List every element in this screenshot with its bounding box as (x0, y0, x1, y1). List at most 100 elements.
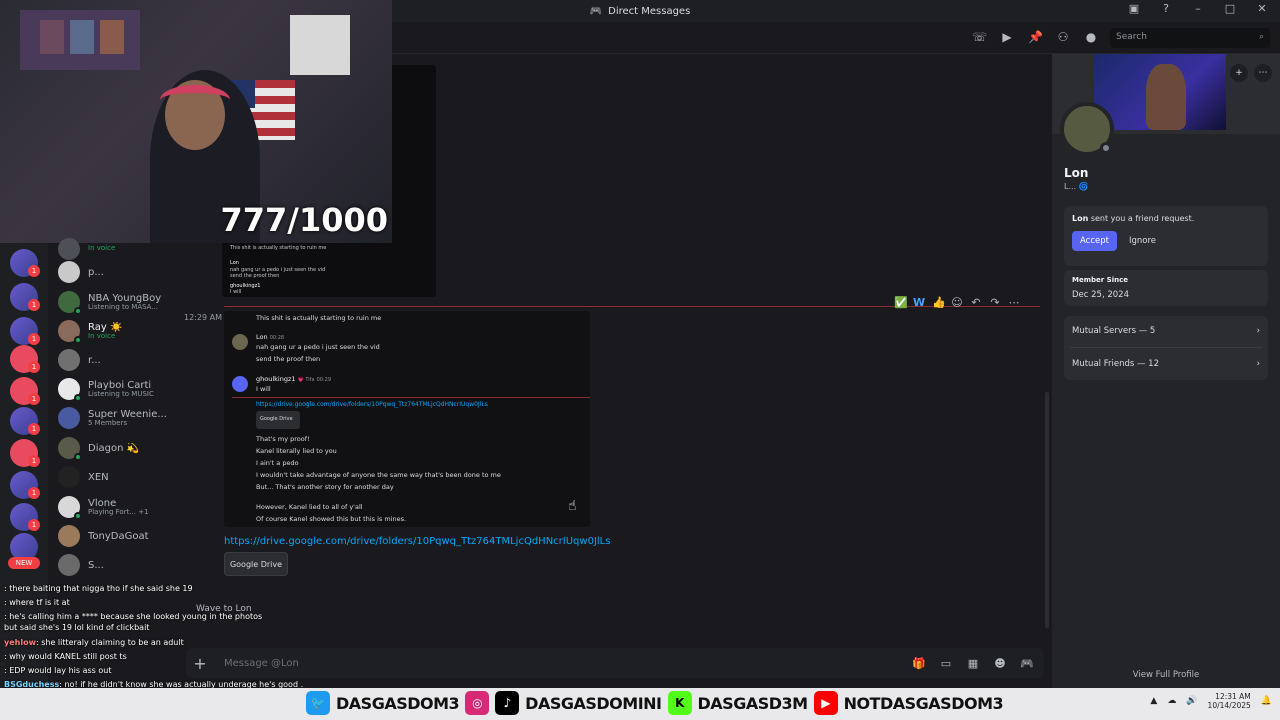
chat-text: : where tf is it at (4, 598, 70, 607)
chat-text: : he's calling him a **** because she lo… (4, 612, 263, 621)
unread-badge: 1 (28, 333, 40, 345)
dm-item[interactable]: r... (58, 344, 178, 376)
user-profile-icon[interactable]: ● (1084, 30, 1098, 44)
message-composer[interactable]: + Message @Lon 🎁 ▭ ▦ ☻ 🎮 (186, 648, 1044, 678)
shot-author-ghoul: ghoulkingz1 (256, 375, 296, 383)
shot-line: Kanel literally lied to you (256, 447, 337, 455)
dm-name: r... (88, 354, 101, 366)
dm-name: Diagon 💫 (88, 442, 140, 454)
chat-text: : there baiting that nigga tho if she sa… (4, 584, 193, 593)
instagram-icon: ◎ (465, 691, 490, 715)
request-user: Lon (1072, 214, 1089, 223)
avatar (58, 437, 82, 461)
dm-item[interactable]: NBA YoungBoy Listening to MASA... (58, 286, 178, 318)
youtube-handle: NOTDASGASDOM3 (843, 693, 1004, 713)
mutual-servers-label: Mutual Servers — 5 (1072, 326, 1156, 336)
mouse-cursor-icon: ☝ (568, 498, 577, 514)
shot-time: 00:29 (316, 377, 332, 383)
close-icon[interactable]: ✕ (1254, 2, 1270, 15)
gift-icon[interactable]: 🎁 (912, 657, 926, 670)
w-emoji-icon[interactable]: W (913, 296, 925, 309)
dm-item[interactable]: p... (58, 256, 178, 288)
volume-icon[interactable]: 🔊 (1186, 696, 1197, 706)
dm-item[interactable]: Playboi Carti Listening to MUSIC (58, 373, 178, 405)
mutuals-card: Mutual Servers — 5 › Mutual Friends — 12 › (1064, 316, 1268, 380)
shot-gdrive: Google Drive (256, 411, 300, 429)
member-since-date: Dec 25, 2024 (1072, 290, 1130, 300)
kick-icon: K (667, 691, 692, 715)
headphones-icon (160, 85, 230, 115)
new-badge: NEW (8, 557, 40, 569)
webcam-poster (40, 20, 64, 54)
clock-time: 12:31 AM (1215, 692, 1251, 701)
maximize-icon[interactable]: □ (1222, 2, 1238, 15)
apps-icon[interactable]: 🎮 (1020, 657, 1034, 670)
emoji-icon[interactable]: ☻ (993, 657, 1007, 670)
help-icon[interactable]: ? (1158, 2, 1174, 15)
avatar (58, 320, 82, 344)
mutual-friends-row[interactable]: Mutual Friends — 12 › (1064, 349, 1268, 379)
chevron-up-icon[interactable]: ▲ (1150, 696, 1157, 706)
more-icon[interactable]: ⋯ (1008, 296, 1020, 309)
friend-request-text: Lon sent you a friend request. (1072, 214, 1260, 223)
dm-item[interactable]: S... (58, 549, 178, 581)
avatar (58, 554, 80, 576)
video-call-icon[interactable]: ▶ (1000, 30, 1014, 44)
minimize-icon[interactable]: – (1190, 2, 1206, 15)
drive-link[interactable]: https://drive.google.com/drive/folders/1… (224, 536, 610, 547)
dm-name: S... (88, 559, 104, 571)
add-friend-icon[interactable]: + (1230, 64, 1248, 82)
stream-counter: 777/1000 (220, 201, 388, 239)
dm-item[interactable]: Super Weenie... 5 Members (58, 402, 178, 434)
discord-icon: 🎮 (589, 5, 603, 17)
dm-status: 5 Members (88, 418, 128, 427)
avatar (58, 466, 80, 488)
profile-status: L... 🌀 (1064, 182, 1089, 191)
dm-item[interactable]: XEN (58, 461, 178, 493)
add-friends-icon[interactable]: ⚇ (1056, 30, 1070, 44)
view-full-profile-link[interactable]: View Full Profile (1052, 670, 1280, 680)
inbox-icon[interactable]: ▣ (1126, 2, 1142, 15)
clock[interactable]: 12:31 AM 10/14/2025 (1208, 692, 1251, 710)
message-timestamp: 12:29 AM (184, 313, 222, 322)
pin-icon[interactable]: 📌 (1028, 30, 1043, 44)
reply-icon[interactable]: ↶ (970, 296, 982, 309)
dm-item[interactable]: Vlone Playing Fort... +1 (58, 491, 178, 523)
app-root: 🎮 Direct Messages ▣ ? – □ ✕ ☏ ▶ 📌 ⚇ ● Se… (0, 0, 1280, 720)
add-reaction-icon[interactable]: ☺ (951, 296, 963, 309)
accept-button[interactable]: Accept (1072, 231, 1117, 251)
check-emoji-icon[interactable]: ✅ (894, 296, 908, 309)
network-icon[interactable]: ☁ (1167, 696, 1176, 706)
ignore-button[interactable]: Ignore (1123, 231, 1162, 251)
notification-icon[interactable]: 🔔 (1261, 696, 1272, 706)
sticker-icon[interactable]: ▦ (966, 657, 980, 670)
chat-user: yehlow (4, 638, 36, 647)
dm-item[interactable]: Ray ☀️ In voice (58, 315, 178, 347)
profile-avatar[interactable] (1060, 102, 1114, 156)
dm-item[interactable]: TonyDaGoat (58, 520, 178, 552)
chat-text: but said she's 19 lol kind of clickbait (4, 623, 150, 632)
shot-line: send the proof then (256, 355, 321, 363)
dm-item[interactable]: Diagon 💫 (58, 432, 178, 464)
google-drive-button[interactable]: Google Drive (224, 552, 288, 576)
member-since-card: Member Since Dec 25, 2024 (1064, 270, 1268, 306)
chevron-right-icon: › (1256, 326, 1260, 336)
thumbs-up-icon[interactable]: 👍 (932, 296, 946, 309)
voice-call-icon[interactable]: ☏ (972, 30, 987, 44)
mutual-servers-row[interactable]: Mutual Servers — 5 › (1064, 316, 1268, 346)
composer-actions: 🎁 ▭ ▦ ☻ 🎮 (912, 657, 1034, 670)
avatar (58, 349, 80, 371)
gif-icon[interactable]: ▭ (939, 657, 953, 670)
chat-scrollbar[interactable] (1045, 392, 1049, 628)
kick-handle: DASGASD3M (697, 693, 809, 713)
forward-icon[interactable]: ↷ (989, 296, 1001, 309)
embed-line: I will (230, 289, 242, 295)
search-input[interactable]: Search ⌕ (1110, 28, 1270, 48)
message-hover-toolbar: ✅ W 👍 ☺ ↶ ↷ ⋯ (894, 296, 1020, 309)
message-image-attachment[interactable]: This shit is actually starting to ruin m… (224, 311, 590, 527)
shot-line: I will (256, 385, 271, 393)
header-actions: ☏ ▶ 📌 ⚇ ● (972, 30, 1098, 44)
more-icon[interactable]: ⋯ (1254, 64, 1272, 82)
dm-name: Vlone (88, 497, 117, 509)
dm-list: In voice p... NBA YoungBoy Listening to M… (48, 238, 178, 603)
